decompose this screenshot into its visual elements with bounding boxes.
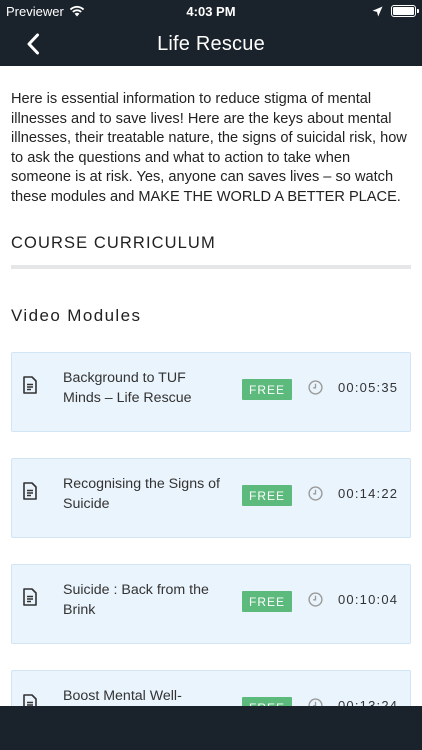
module-item[interactable]: Recognising the Signs of Suicide FREE 00… (11, 458, 411, 538)
module-duration: 00:10:04 (338, 592, 399, 607)
intro-text: Here is essential information to reduce … (11, 91, 407, 205)
module-title: Suicide : Back from the Brink (63, 582, 209, 618)
battery-icon (391, 5, 419, 17)
module-item[interactable]: Suicide : Back from the Brink FREE 00:10… (11, 564, 411, 644)
module-title: Recognising the Signs of Suicide (63, 476, 220, 512)
status-time: 4:03 PM (186, 3, 236, 19)
module-item[interactable]: Background to TUF Minds – Life Rescue FR… (11, 352, 411, 432)
module-title: Background to TUF Minds – Life Rescue (63, 370, 192, 406)
location-arrow-icon (372, 6, 383, 16)
battery-tip (417, 9, 419, 13)
status-bar: Previewer 4:03 PM (0, 0, 422, 22)
document-icon (23, 482, 37, 500)
carrier-label: Previewer (6, 3, 64, 19)
wifi-icon (69, 5, 84, 17)
back-button[interactable] (18, 28, 48, 60)
document-icon (23, 376, 37, 394)
free-badge: FREE (242, 591, 292, 612)
document-icon (23, 694, 37, 706)
bottom-bar (0, 706, 422, 750)
free-badge: FREE (242, 379, 292, 400)
module-title: Boost Mental Well- (63, 688, 182, 704)
module-duration: 00:13:24 (338, 698, 399, 706)
module-item[interactable]: Boost Mental Well- FREE 00:13:24 (11, 670, 411, 706)
clock-icon (308, 592, 323, 607)
page-title: Life Rescue (157, 32, 265, 55)
chevron-left-icon (27, 33, 39, 55)
status-left: Previewer (6, 4, 146, 19)
clock-icon (308, 380, 323, 395)
clock-icon (308, 486, 323, 501)
battery-level (393, 7, 414, 15)
free-badge: FREE (242, 697, 292, 706)
document-icon (23, 588, 37, 606)
navigation-bar: Life Rescue (0, 22, 422, 66)
section-heading: Video Modules (11, 305, 142, 325)
free-badge: FREE (242, 485, 292, 506)
clock-icon (308, 698, 323, 706)
module-duration: 00:14:22 (338, 486, 399, 501)
course-content[interactable]: Here is essential information to reduce … (0, 66, 422, 706)
curriculum-heading: COURSE CURRICULUM (11, 233, 216, 252)
curriculum-divider (11, 264, 411, 269)
module-duration: 00:05:35 (338, 380, 399, 395)
status-right (276, 5, 419, 17)
